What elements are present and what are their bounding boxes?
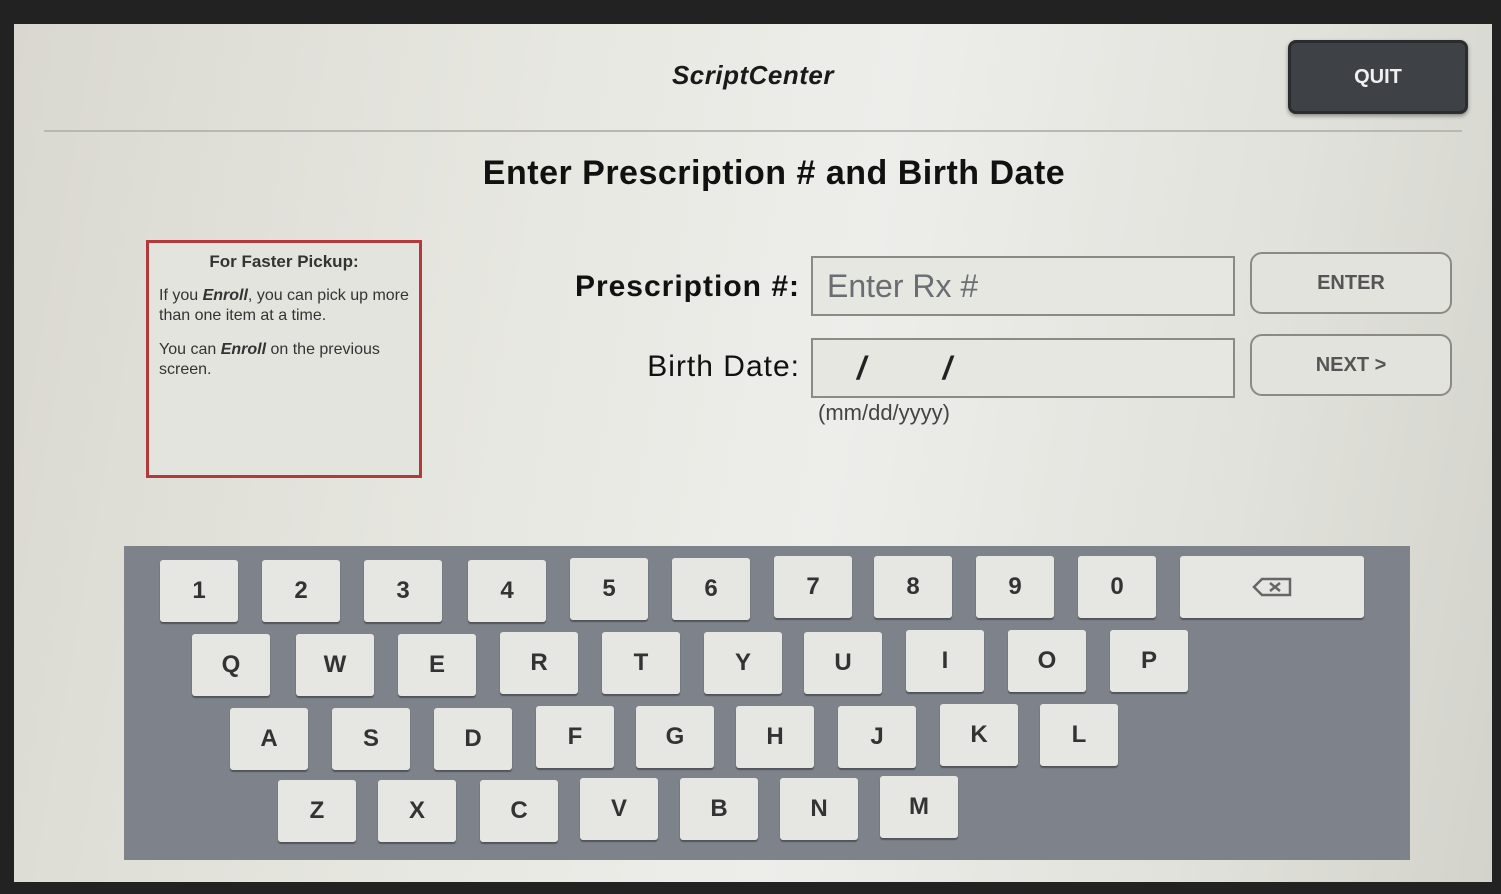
page-title: Enter Prescription # and Birth Date (482, 154, 1066, 192)
key-3[interactable]: 3 (364, 560, 442, 622)
key-7[interactable]: 7 (774, 556, 852, 618)
key-z[interactable]: Z (278, 780, 356, 842)
info-text: You can (159, 341, 221, 358)
key-o[interactable]: O (1008, 630, 1086, 692)
prescription-label: Prescription #: (574, 270, 800, 303)
key-x[interactable]: X (378, 780, 456, 842)
key-l[interactable]: L (1040, 704, 1118, 766)
key-c[interactable]: C (480, 780, 558, 842)
info-text: If you (159, 287, 203, 304)
key-0[interactable]: 0 (1078, 556, 1156, 618)
enter-button[interactable]: ENTER (1250, 252, 1452, 314)
key-u[interactable]: U (804, 632, 882, 694)
key-b[interactable]: B (680, 778, 758, 840)
birth-date-label: Birth Date: (647, 350, 800, 383)
key-r[interactable]: R (500, 632, 578, 694)
info-emphasis-enroll: Enroll (220, 341, 267, 358)
kiosk-screen: ScriptCenter QUIT Enter Prescription # a… (14, 24, 1492, 882)
key-s[interactable]: S (332, 708, 410, 770)
info-heading: For Faster Pickup: (209, 252, 359, 271)
key-f[interactable]: F (536, 706, 614, 768)
key-t[interactable]: T (602, 632, 680, 694)
key-i[interactable]: I (906, 630, 984, 692)
quit-button[interactable]: QUIT (1288, 40, 1468, 114)
key-y[interactable]: Y (704, 632, 782, 694)
key-6[interactable]: 6 (672, 558, 750, 620)
birth-date-input[interactable]: / / (811, 338, 1235, 398)
prescription-input[interactable]: Enter Rx # (811, 256, 1235, 316)
key-e[interactable]: E (398, 634, 476, 696)
on-screen-keyboard: 1 2 3 4 5 6 7 8 9 0 Q W E R T Y U I O P … (124, 546, 1410, 860)
key-n[interactable]: N (780, 778, 858, 840)
birth-date-format-hint: (mm/dd/yyyy) (818, 400, 950, 425)
faster-pickup-info-box: For Faster Pickup: If you Enroll, you ca… (146, 240, 422, 478)
key-k[interactable]: K (940, 704, 1018, 766)
key-m[interactable]: M (880, 776, 958, 838)
key-v[interactable]: V (580, 778, 658, 840)
app-title: ScriptCenter (671, 60, 835, 90)
key-p[interactable]: P (1110, 630, 1188, 692)
key-h[interactable]: H (736, 706, 814, 768)
key-w[interactable]: W (296, 634, 374, 696)
next-button[interactable]: NEXT > (1250, 334, 1452, 396)
info-paragraph-previous-screen: You can Enroll on the previous screen. (159, 340, 409, 380)
key-g[interactable]: G (636, 706, 714, 768)
key-5[interactable]: 5 (570, 558, 648, 620)
birth-date-value: / / (857, 349, 986, 386)
key-q[interactable]: Q (192, 634, 270, 696)
key-2[interactable]: 2 (262, 560, 340, 622)
key-8[interactable]: 8 (874, 556, 952, 618)
info-paragraph-enroll: If you Enroll, you can pick up more than… (159, 286, 409, 326)
backspace-icon (1252, 577, 1292, 597)
key-9[interactable]: 9 (976, 556, 1054, 618)
key-1[interactable]: 1 (160, 560, 238, 622)
info-emphasis-enroll: Enroll (202, 287, 248, 304)
key-a[interactable]: A (230, 708, 308, 770)
backspace-key[interactable] (1180, 556, 1364, 618)
header-divider (44, 130, 1462, 132)
key-d[interactable]: D (434, 708, 512, 770)
key-j[interactable]: J (838, 706, 916, 768)
key-4[interactable]: 4 (468, 560, 546, 622)
